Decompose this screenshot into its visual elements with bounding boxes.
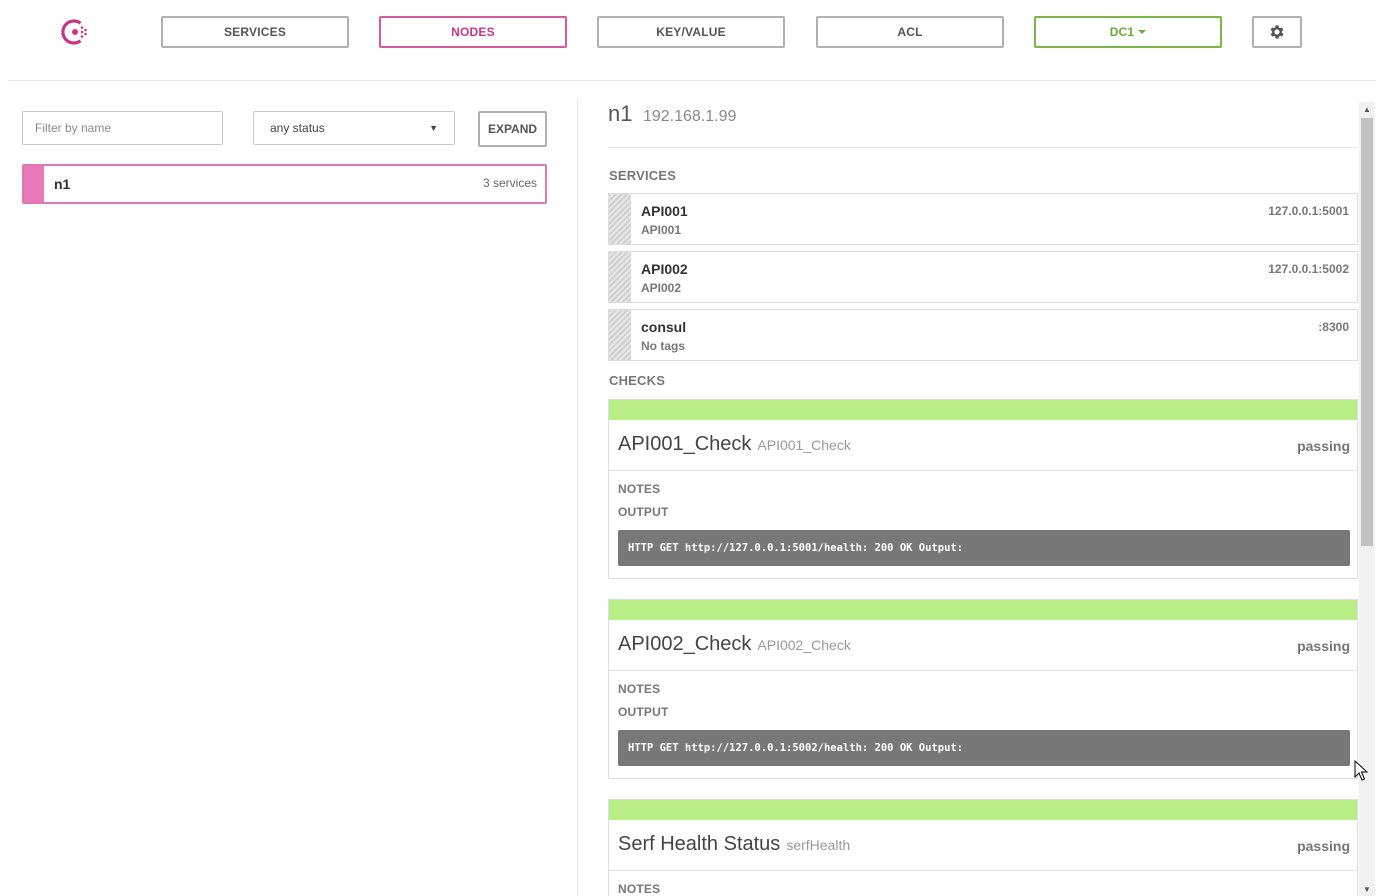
gear-icon <box>1270 25 1284 39</box>
nav-nodes-button[interactable]: NODES <box>379 16 567 48</box>
check-name-row: API002_Check API002_Check <box>618 633 851 656</box>
service-tags: API001 <box>641 223 682 237</box>
check-name-row: API001_Check API001_Check <box>618 433 851 456</box>
service-tags: API002 <box>641 281 682 295</box>
check-header: Serf Health Status serfHealth passing <box>609 820 1357 871</box>
check-id: serfHealth <box>786 837 851 853</box>
check-header: API002_Check API002_Check passing <box>609 620 1357 671</box>
check-output: HTTP GET http://127.0.0.1:5002/health: 2… <box>618 730 1350 766</box>
service-item[interactable]: API002 API002 127.0.0.1:5002 <box>608 251 1358 303</box>
check-notes-label: NOTES <box>618 482 661 496</box>
nav-keyvalue-button[interactable]: KEY/VALUE <box>597 16 785 48</box>
service-status-stripe <box>609 194 631 244</box>
check-output: HTTP GET http://127.0.0.1:5001/health: 2… <box>618 530 1350 566</box>
check-name: API002_Check <box>618 633 752 655</box>
caret-down-icon <box>1138 30 1147 34</box>
service-name: consul <box>641 319 687 335</box>
check-header: API001_Check API001_Check passing <box>609 420 1357 471</box>
filter-by-name-input[interactable] <box>22 111 223 145</box>
scroll-down-arrow-icon[interactable]: ▼ <box>1359 882 1375 896</box>
settings-button[interactable] <box>1252 16 1302 48</box>
nav-services-button[interactable]: SERVICES <box>161 16 349 48</box>
check-name-row: Serf Health Status serfHealth <box>618 833 850 856</box>
check-status: passing <box>1297 638 1350 654</box>
consul-logo-icon[interactable] <box>60 17 90 47</box>
check-card: Serf Health Status serfHealth passing NOT… <box>608 799 1358 896</box>
datacenter-dropdown[interactable]: DC1 <box>1034 16 1222 48</box>
check-status-bar <box>609 800 1357 820</box>
node-detail-address: 192.168.1.99 <box>642 108 737 125</box>
check-card: API002_Check API002_Check passing NOTES O… <box>608 599 1358 779</box>
check-status: passing <box>1297 838 1350 854</box>
checks-section-title: CHECKS <box>609 373 666 388</box>
node-service-count: 3 services <box>482 176 537 190</box>
node-detail-header: n1 192.168.1.99 <box>608 101 1358 148</box>
column-divider <box>577 100 578 896</box>
expand-button[interactable]: EXPAND <box>478 111 547 147</box>
service-item[interactable]: API001 API001 127.0.0.1:5001 <box>608 193 1358 245</box>
check-id: API001_Check <box>757 437 851 453</box>
service-name: API001 <box>641 203 688 219</box>
service-address: :8300 <box>1318 320 1349 334</box>
service-address: 127.0.0.1:5002 <box>1268 262 1349 276</box>
check-output-label: OUTPUT <box>618 705 669 719</box>
check-id: API002_Check <box>757 637 851 653</box>
status-filter-select[interactable]: any status ▼ <box>253 111 455 145</box>
service-status-stripe <box>609 310 631 360</box>
check-name: Serf Health Status <box>618 833 781 855</box>
status-filter-value: any status <box>270 121 325 135</box>
check-status-bar <box>609 400 1357 420</box>
check-output-label: OUTPUT <box>618 505 669 519</box>
node-list-item[interactable]: n1 3 services <box>22 164 547 204</box>
check-status: passing <box>1297 438 1350 454</box>
mouse-cursor-icon <box>1354 760 1368 781</box>
node-status-bar <box>24 166 44 202</box>
node-detail-name: n1 <box>608 101 633 126</box>
service-name: API002 <box>641 261 688 277</box>
datacenter-label: DC1 <box>1109 25 1135 39</box>
select-arrow-icon: ▼ <box>429 123 438 133</box>
service-item[interactable]: consul No tags :8300 <box>608 309 1358 361</box>
check-card: API001_Check API001_Check passing NOTES O… <box>608 399 1358 579</box>
scroll-up-arrow-icon[interactable]: ▲ <box>1359 102 1375 116</box>
service-status-stripe <box>609 252 631 302</box>
node-name: n1 <box>54 176 71 192</box>
check-name: API001_Check <box>618 433 752 455</box>
service-tags: No tags <box>641 339 686 353</box>
service-address: 127.0.0.1:5001 <box>1268 204 1349 218</box>
services-section-title: SERVICES <box>609 168 677 183</box>
check-notes-label: NOTES <box>618 882 661 896</box>
check-status-bar <box>609 600 1357 620</box>
scrollbar-thumb[interactable] <box>1361 118 1373 546</box>
check-notes-label: NOTES <box>618 682 661 696</box>
nav-acl-button[interactable]: ACL <box>816 16 1004 48</box>
